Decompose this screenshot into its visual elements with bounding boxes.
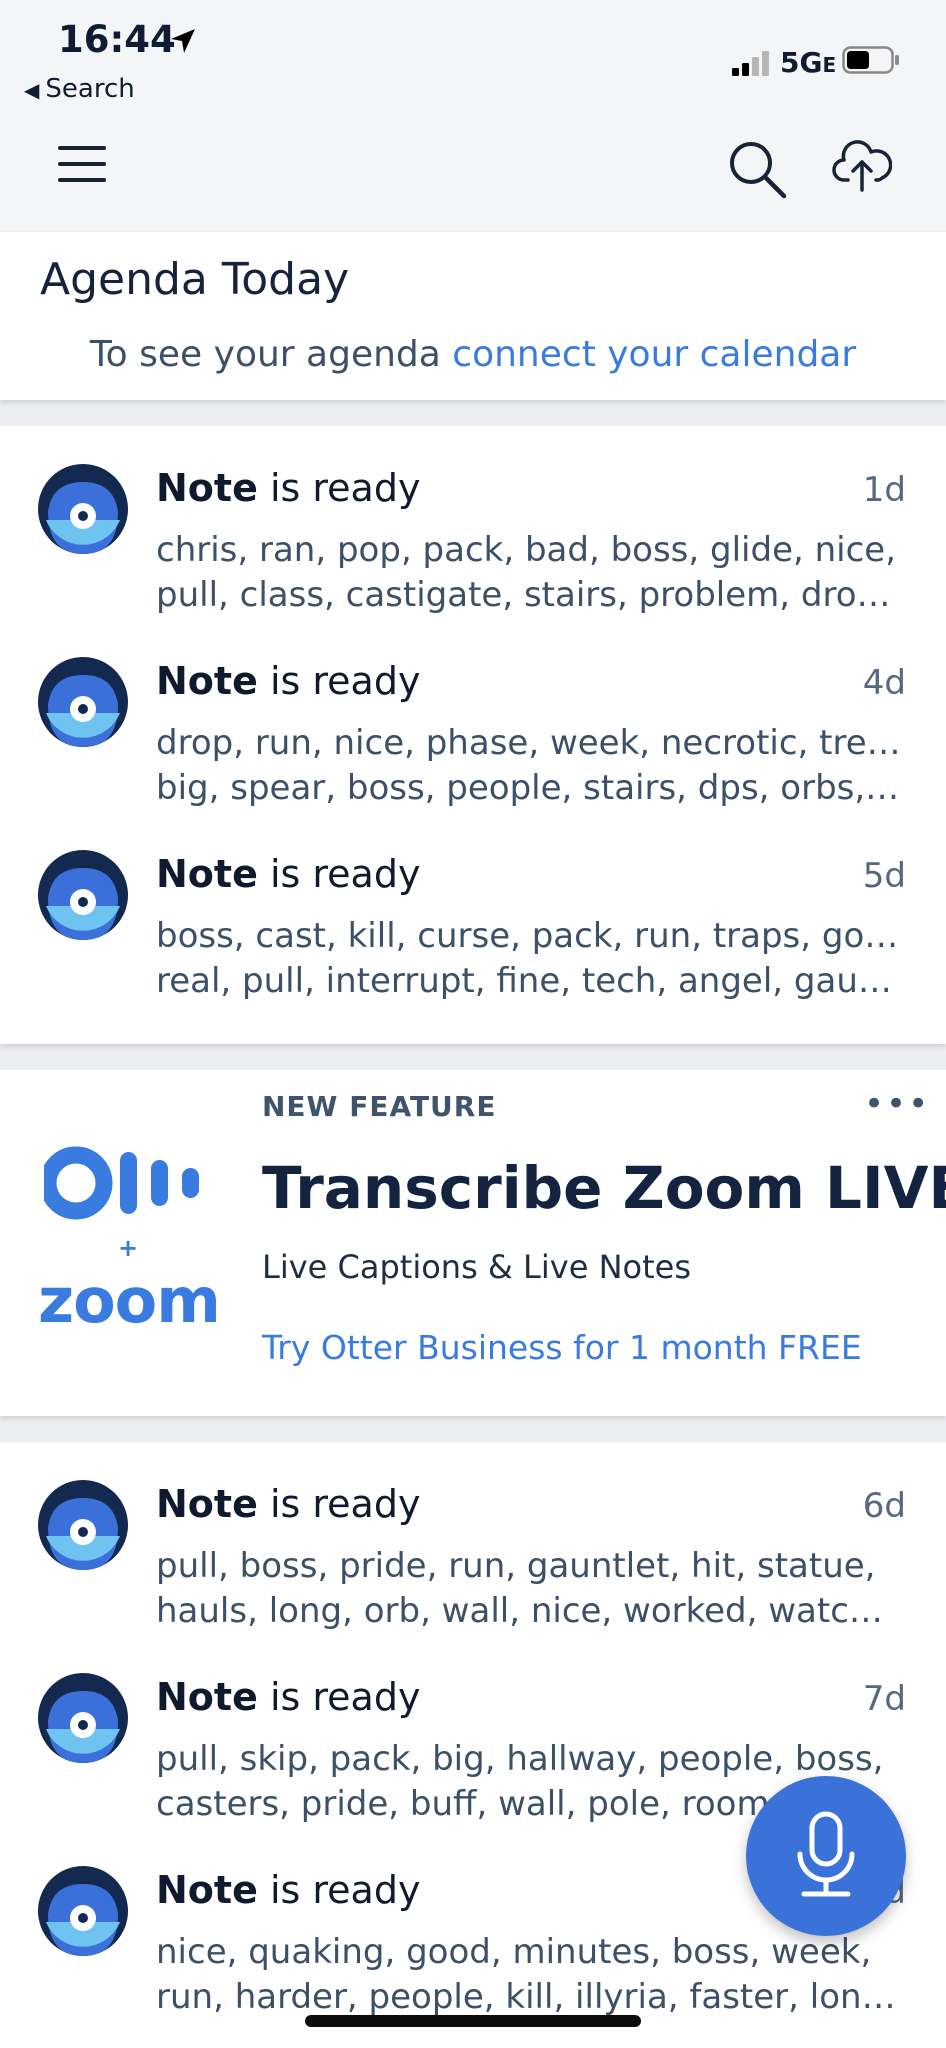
zoom-promo-card[interactable]: + zoom NEW FEATURE ••• Transcribe Zoom L… <box>0 1070 946 1416</box>
location-arrow-icon <box>171 29 195 53</box>
network-type: 5GE <box>780 46 837 79</box>
battery-icon <box>842 46 899 74</box>
otter-avatar-icon <box>38 1866 128 1956</box>
record-button[interactable] <box>746 1776 906 1936</box>
list-item[interactable]: Note is ready 4d drop, run, nice, phase,… <box>0 619 946 811</box>
list-item[interactable]: Note is ready 6d pull, boss, pride, run,… <box>0 1442 946 1634</box>
signal-strength-icon <box>732 51 769 76</box>
agenda-title: Agenda Today <box>40 254 350 305</box>
note-keywords: boss, cast, kill, curse, pack, run, trap… <box>156 916 901 1001</box>
back-to-search-link[interactable]: ◀ Search <box>24 74 135 104</box>
note-age: 6d <box>862 1486 906 1526</box>
note-title: Note is ready <box>156 852 421 896</box>
otter-avatar-icon <box>38 464 128 554</box>
agenda-prompt: To see your agenda connect your calendar <box>89 334 857 375</box>
search-icon[interactable] <box>726 138 788 200</box>
notes-list: Note is ready 1d chris, ran, pop, pack, … <box>0 426 946 1044</box>
status-bar: 16:44 ◀ Search 5GE <box>0 0 946 118</box>
app-header <box>0 118 946 230</box>
list-item[interactable]: Note is ready 1d chris, ran, pop, pack, … <box>0 426 946 618</box>
otter-avatar-icon <box>38 657 128 747</box>
status-time: 16:44 <box>58 18 176 61</box>
microphone-icon <box>797 1811 855 1897</box>
otter-avatar-icon <box>38 850 128 940</box>
back-arrow-icon: ◀ <box>24 78 40 102</box>
notes-list: Note is ready 6d pull, boss, pride, run,… <box>0 1442 946 2048</box>
menu-icon[interactable] <box>56 142 108 186</box>
note-age: 1d <box>862 470 906 510</box>
zoom-logo: zoom <box>38 1264 221 1337</box>
more-options-icon[interactable]: ••• <box>864 1084 930 1124</box>
agenda-card: Agenda Today To see your agenda connect … <box>0 232 946 400</box>
note-title: Note is ready <box>156 1868 421 1912</box>
note-age: 4d <box>862 663 906 703</box>
note-title: Note is ready <box>156 466 421 510</box>
note-age: 7d <box>862 1679 906 1719</box>
list-item[interactable]: Note is ready 5d boss, cast, kill, curse… <box>0 812 946 1004</box>
cloud-upload-icon[interactable] <box>832 138 892 194</box>
otter-logo-icon <box>44 1146 199 1220</box>
note-title: Note is ready <box>156 659 421 703</box>
promo-title: Transcribe Zoom LIVE <box>262 1154 946 1222</box>
note-keywords: nice, quaking, good, minutes, boss, week… <box>156 1932 901 2017</box>
otter-avatar-icon <box>38 1480 128 1570</box>
note-title: Note is ready <box>156 1675 421 1719</box>
note-keywords: pull, boss, pride, run, gauntlet, hit, s… <box>156 1546 901 1631</box>
connect-calendar-link[interactable]: connect your calendar <box>452 334 856 375</box>
note-title: Note is ready <box>156 1482 421 1526</box>
try-business-link[interactable]: Try Otter Business for 1 month FREE <box>262 1328 862 1367</box>
note-keywords: drop, run, nice, phase, week, necrotic, … <box>156 723 901 808</box>
note-age: 5d <box>862 856 906 896</box>
home-indicator[interactable] <box>305 2015 641 2027</box>
plus-sign: + <box>118 1234 139 1262</box>
new-feature-badge: NEW FEATURE <box>262 1090 497 1123</box>
promo-subtitle: Live Captions & Live Notes <box>262 1248 691 1286</box>
otter-avatar-icon <box>38 1673 128 1763</box>
note-keywords: chris, ran, pop, pack, bad, boss, glide,… <box>156 530 901 615</box>
back-label: Search <box>45 74 135 104</box>
